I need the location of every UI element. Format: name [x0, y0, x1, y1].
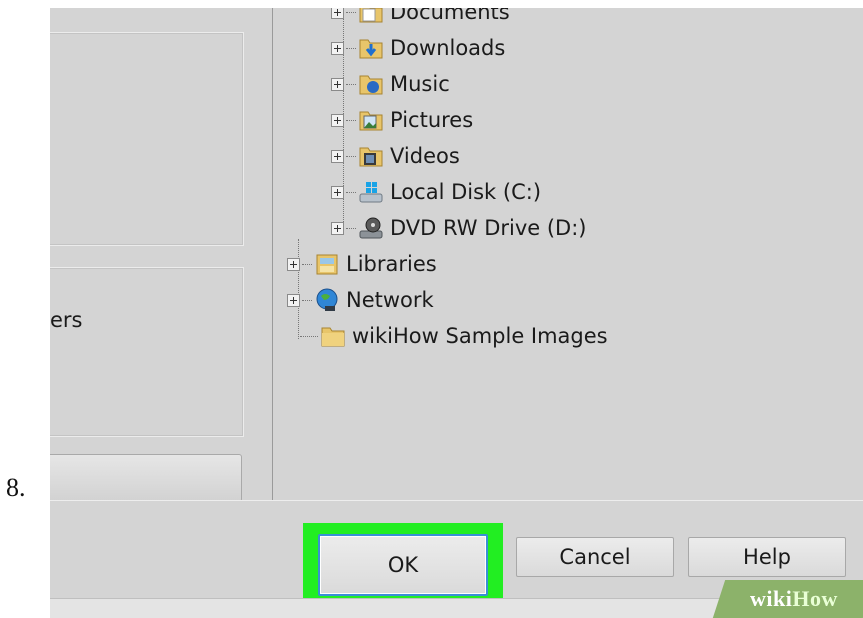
- watermark-text-wiki: wiki: [750, 586, 793, 611]
- expand-icon[interactable]: [331, 8, 344, 19]
- tree-item-label: Network: [346, 288, 434, 312]
- expand-icon[interactable]: [331, 221, 344, 235]
- documents-folder-icon: [359, 8, 383, 23]
- tree-item-local-disk[interactable]: Local Disk (C:): [331, 175, 541, 209]
- folder-icon: [321, 327, 345, 347]
- tree-item-network[interactable]: Network: [287, 283, 434, 317]
- tree-item-label: Pictures: [390, 108, 474, 132]
- pictures-folder-icon: [359, 111, 383, 131]
- tree-item-libraries[interactable]: Libraries: [287, 247, 437, 281]
- expand-icon[interactable]: [331, 113, 344, 127]
- left-panel-button[interactable]: [50, 454, 242, 502]
- tree-item-dvd-drive[interactable]: DVD RW Drive (D:): [331, 211, 587, 245]
- left-lower-panel: [50, 267, 244, 437]
- expand-icon[interactable]: [331, 41, 344, 55]
- local-disk-icon: [359, 182, 383, 203]
- tree-item-label: DVD RW Drive (D:): [390, 216, 587, 240]
- tree-item-label: Local Disk (C:): [390, 180, 542, 204]
- expand-icon[interactable]: [287, 293, 300, 307]
- downloads-folder-icon: [359, 39, 383, 59]
- tree-item-downloads[interactable]: Downloads: [331, 31, 505, 65]
- network-icon: [316, 288, 338, 311]
- help-button[interactable]: Help: [688, 537, 846, 577]
- ok-button[interactable]: OK: [318, 534, 488, 596]
- wikihow-watermark-logo: wikiHow: [712, 580, 863, 618]
- tree-item-label: Videos: [390, 144, 460, 168]
- left-panel-partial-label: ers: [50, 308, 83, 332]
- tree-item-label: Documents: [390, 8, 510, 24]
- tree-item-label: Downloads: [390, 36, 506, 60]
- tree-item-label: Music: [390, 72, 450, 96]
- tree-item-wikihow-sample-images[interactable]: wikiHow Sample Images: [300, 319, 608, 353]
- expand-icon[interactable]: [331, 185, 344, 199]
- step-number: 8.: [6, 473, 26, 502]
- watermark-text-how: How: [792, 586, 838, 611]
- expand-icon[interactable]: [331, 149, 344, 163]
- expand-icon[interactable]: [287, 257, 300, 271]
- tree-item-music[interactable]: Music: [331, 67, 450, 101]
- dvd-drive-icon: [359, 217, 383, 239]
- browse-for-folder-dialog: ers Documents Downloads Music Pictures V…: [50, 8, 863, 618]
- expand-icon[interactable]: [331, 77, 344, 91]
- folder-tree[interactable]: Documents Downloads Music Pictures Video…: [272, 8, 863, 503]
- libraries-icon: [316, 254, 338, 275]
- left-upper-panel: [50, 32, 244, 246]
- music-folder-icon: [359, 75, 383, 95]
- tree-item-videos[interactable]: Videos: [331, 139, 460, 173]
- tree-item-pictures[interactable]: Pictures: [331, 103, 473, 137]
- videos-folder-icon: [359, 147, 383, 167]
- tree-item-label: Libraries: [346, 252, 437, 276]
- tree-item-documents[interactable]: Documents: [331, 8, 510, 29]
- cancel-button[interactable]: Cancel: [516, 537, 674, 577]
- tree-item-label: wikiHow Sample Images: [352, 324, 608, 348]
